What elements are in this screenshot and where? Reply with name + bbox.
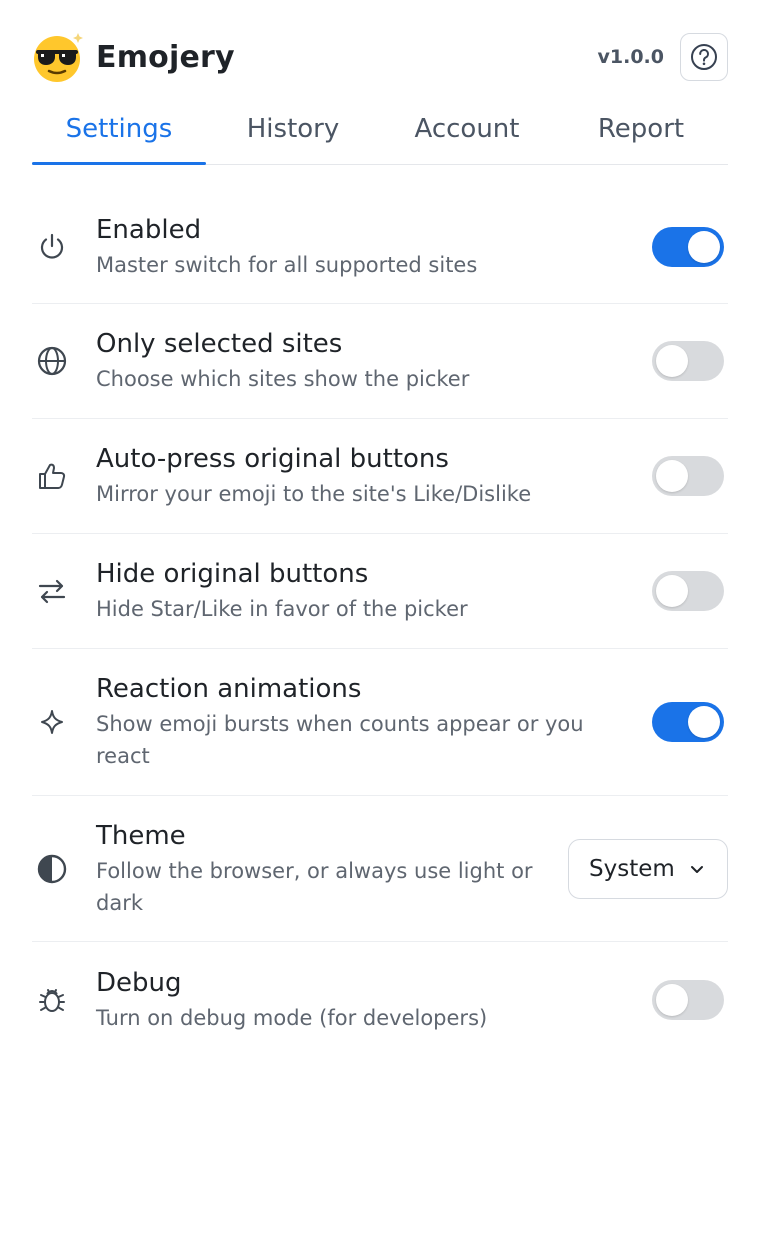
setting-title: Theme [96,820,186,851]
setting-row-only-selected-sites: Only selected sites Choose which sites s… [32,304,728,419]
setting-row-debug: Debug Turn on debug mode (for developers… [32,942,728,1058]
setting-title: Only selected sites [96,329,343,359]
tab-account[interactable]: Account [380,104,554,164]
setting-description: Follow the browser, or always use light … [96,858,533,915]
auto-press-toggle[interactable] [652,456,724,496]
extension-popup: Emojery v1.0.0 Settings History Account … [0,0,760,1240]
question-circle-icon [691,44,717,70]
setting-title: Auto-press original buttons [96,444,449,474]
only-selected-sites-toggle[interactable] [652,341,724,381]
theme-select-value: System [589,855,675,882]
setting-description: Hide Star/Like in favor of the picker [96,597,468,621]
setting-row-hide-original: Hide original buttons Hide Star/Like in … [32,534,728,649]
setting-row-reaction-animations: Reaction animations Show emoji bursts wh… [32,649,728,796]
setting-description: Master switch for all supported sites [96,252,478,277]
tab-history[interactable]: History [206,104,380,164]
settings-list: Enabled Master switch for all supported … [32,190,728,1058]
sparkle-icon [41,710,63,734]
debug-toggle[interactable] [652,980,724,1020]
setting-title: Debug [96,968,182,998]
header: Emojery v1.0.0 [32,32,728,82]
setting-title: Reaction animations [96,674,362,704]
setting-description: Turn on debug mode (for developers) [96,1006,488,1030]
contrast-icon [37,854,67,883]
theme-select[interactable]: System [568,838,728,899]
enabled-toggle[interactable] [652,226,724,267]
tab-settings[interactable]: Settings [32,104,206,165]
reaction-animations-toggle[interactable] [652,702,724,742]
hide-original-toggle[interactable] [652,571,724,611]
tab-bar: Settings History Account Report [32,104,728,165]
help-button[interactable] [680,33,728,81]
setting-description: Mirror your emoji to the site's Like/Dis… [96,482,532,506]
power-icon [40,233,64,259]
chevron-down-icon [691,865,703,873]
setting-description: Show emoji bursts when counts appear or … [96,712,584,768]
setting-title: Hide original buttons [96,559,369,589]
tab-report[interactable]: Report [554,104,728,164]
setting-row-theme: Theme Follow the browser, or always use … [32,796,728,942]
swap-arrows-icon [38,579,66,604]
version-label: v1.0.0 [597,46,664,68]
setting-description: Choose which sites show the picker [96,367,470,391]
app-title: Emojery [96,39,235,75]
bug-icon [39,989,65,1012]
globe-icon [37,346,67,376]
setting-row-auto-press: Auto-press original buttons Mirror your … [32,419,728,534]
sunglasses-emoji-icon [32,31,84,83]
setting-row-enabled: Enabled Master switch for all supported … [32,190,728,304]
thumbs-up-icon [39,463,66,489]
setting-title: Enabled [96,214,202,245]
